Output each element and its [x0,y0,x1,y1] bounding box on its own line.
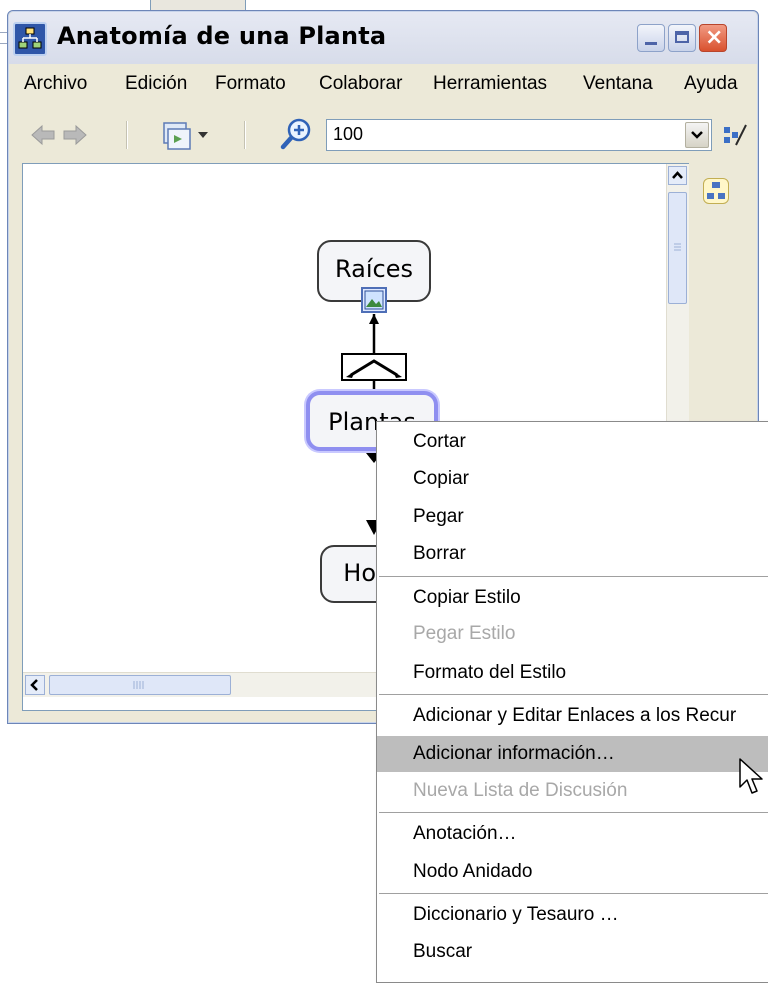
context-menu: Cortar Copiar Pegar Borrar Copiar Estilo… [376,421,768,983]
menu-item-nodo-anidado[interactable]: Nodo Anidado [377,854,768,890]
menu-item-buscar[interactable]: Buscar [377,934,768,970]
menu-item-anotacion[interactable]: Anotación… [377,816,768,852]
mouse-cursor-icon [739,758,763,794]
image-resource-icon[interactable] [361,287,387,313]
menu-item-pegar-estilo: Pegar Estilo [413,623,516,644]
link-arrows-icon [346,359,402,378]
menu-item-formato-estilo[interactable]: Formato del Estilo [377,655,768,691]
menu-item-copiar[interactable]: Copiar [377,461,768,497]
menu-item-diccionario-tesauro[interactable]: Diccionario y Tesauro … [377,897,768,933]
menu-item-cortar[interactable]: Cortar [377,424,768,460]
menu-item-adicionar-informacion[interactable]: Adicionar información… [377,736,768,772]
menu-item-copiar-estilo[interactable]: Copiar Estilo [377,580,768,616]
menu-item-pegar[interactable]: Pegar [377,499,768,535]
menu-separator [379,812,768,813]
menu-separator [379,893,768,894]
menu-separator [379,694,768,695]
menu-separator [379,576,768,577]
menu-item-borrar[interactable]: Borrar [377,536,768,572]
menu-item-enlaces-recursos[interactable]: Adicionar y Editar Enlaces a los Recur [377,698,768,734]
menu-item-nueva-lista-discusion: Nueva Lista de Discusión [413,780,628,801]
linking-phrase-box[interactable] [341,353,407,381]
